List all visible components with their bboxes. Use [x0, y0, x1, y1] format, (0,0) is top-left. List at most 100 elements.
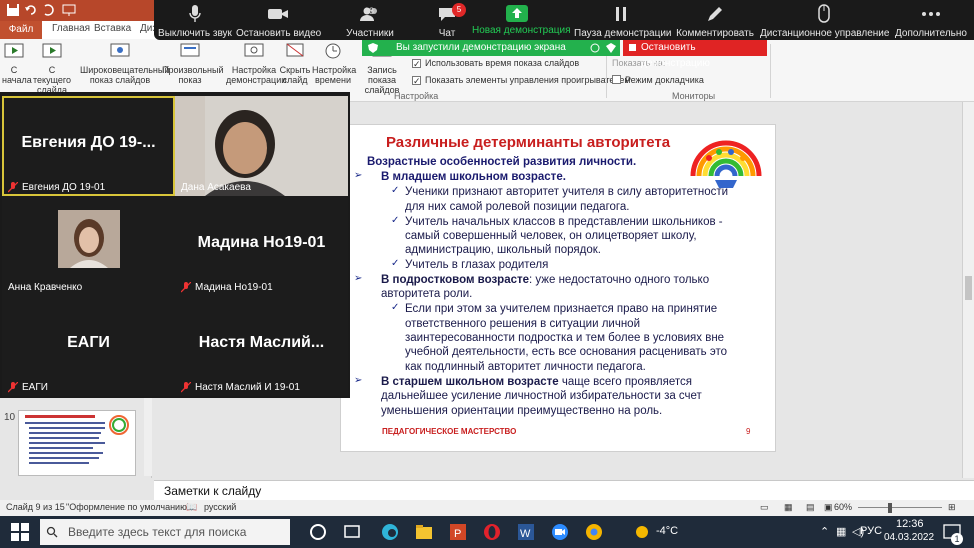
tray-chevron-icon[interactable]: ⌃	[820, 525, 829, 538]
redo-icon[interactable]	[42, 3, 56, 17]
powerpoint-icon[interactable]: P	[448, 522, 468, 542]
participant-tile[interactable]: Анна Кравченко	[2, 196, 175, 296]
participants-label: Участники	[346, 28, 394, 39]
language-indicator[interactable]: русский	[204, 502, 236, 512]
editor-scrollbar[interactable]	[962, 102, 974, 478]
participant-display-name: Мадина Но19-01	[197, 234, 326, 251]
microphone-icon	[154, 3, 236, 25]
mute-label: Выключить звук	[158, 28, 232, 39]
zoom-slider-thumb[interactable]	[888, 503, 892, 513]
rehearse-timings-button[interactable]: Настройка времени	[312, 41, 356, 85]
cortana-icon[interactable]	[308, 522, 328, 542]
tab-file[interactable]: Файл	[0, 21, 42, 39]
present-icon[interactable]	[62, 3, 76, 17]
info-icon[interactable]	[590, 43, 600, 53]
use-timings-box[interactable]	[412, 59, 421, 68]
from-beginning-button[interactable]: С начала	[2, 41, 32, 85]
presenter-view-box[interactable]	[612, 75, 621, 84]
zoom-app-icon[interactable]	[550, 522, 570, 542]
keyboard-layout[interactable]: РУС	[860, 525, 882, 537]
new-share-label: Новая демонстрация	[472, 25, 571, 36]
sorter-view-icon[interactable]: ▦	[784, 502, 793, 513]
stop-video-button[interactable]: Остановить видео	[236, 3, 321, 39]
participant-tile[interactable]: Настя Маслий... Настя Маслий И 19-01	[175, 296, 348, 396]
normal-view-icon[interactable]: ▭	[760, 502, 769, 513]
custom-show-button[interactable]: Произвольный показ	[162, 41, 224, 85]
slideshow-view-icon[interactable]: ▣	[824, 502, 833, 513]
theme-name: "Оформление по умолчанию"	[66, 502, 191, 512]
file-explorer-icon[interactable]	[414, 522, 434, 542]
broadcast-label: Широковещательный показ слайдов	[80, 65, 170, 85]
network-icon[interactable]: ▦	[836, 525, 846, 538]
setup-show-button[interactable]: Настройка демонстрации	[226, 41, 286, 85]
participants-button[interactable]: 18 Участники	[338, 3, 402, 39]
pause-share-label: Пауза демонстрации	[574, 28, 672, 39]
slide-line-3: для них самой ролевой позиции педагога.	[405, 201, 630, 213]
participant-tile[interactable]: ЕАГИ ЕАГИ	[2, 296, 175, 396]
weather-temp[interactable]: -4°C	[656, 525, 678, 537]
reading-view-icon[interactable]: ▤	[806, 502, 815, 513]
hide-slide-button[interactable]: Скрыть слайд	[278, 41, 312, 85]
tab-insert[interactable]: Вставка	[94, 23, 131, 34]
fit-slide-icon[interactable]: ⊞	[948, 502, 956, 513]
stop-share-button[interactable]: Остановить демонстрацию	[623, 40, 767, 69]
word-icon[interactable]: W	[516, 522, 536, 542]
more-button[interactable]: Дополнительно	[892, 3, 970, 39]
windows-start-icon[interactable]	[10, 522, 30, 542]
clock-date[interactable]: 04.03.2022	[884, 532, 934, 543]
slide-line-10: Если при этом за учителем признается пра…	[405, 303, 718, 315]
task-view-icon[interactable]	[342, 522, 362, 542]
slide-footer: ПЕДАГОГИЧЕСКОЕ МАСТЕРСТВО	[382, 427, 517, 436]
check-bullet-icon: ✓	[391, 302, 400, 313]
scrollbar-thumb[interactable]	[965, 276, 972, 300]
muted-mic-icon	[8, 182, 18, 193]
slide-line-6: администрацию, школьный порядок.	[405, 244, 601, 256]
slide-thumbnail-10[interactable]	[18, 410, 136, 476]
save-icon[interactable]	[6, 3, 20, 17]
presenter-view-checkbox[interactable]: Режим докладчика	[612, 75, 704, 85]
zoom-toolbar: Выключить звук Остановить видео 18 Участ…	[154, 0, 974, 40]
slide-line-9: авторитета роли.	[381, 288, 473, 300]
participant-display-name: Евгения ДО 19-...	[21, 134, 156, 151]
opera-icon[interactable]	[482, 522, 502, 542]
participant-tile[interactable]: Дана Асакаева	[175, 96, 348, 196]
participant-tile[interactable]: Евгения ДО 19-... Евгения ДО 19-01	[2, 96, 175, 196]
participant-tile[interactable]: Мадина Но19-01 Мадина Но19-01	[175, 196, 348, 296]
thumbnail-number: 10	[4, 412, 16, 423]
remote-control-button[interactable]: Дистанционное управление	[760, 3, 889, 39]
zoom-level[interactable]: 60%	[834, 502, 852, 512]
zoom-slider[interactable]	[858, 507, 942, 508]
slide-line-13: учебной деятельности, есть все основания…	[405, 346, 728, 358]
slide-line-2: Ученики признают авторитет учителя в сил…	[405, 186, 729, 198]
pause-share-button[interactable]: Пауза демонстрации	[574, 3, 672, 39]
taskbar-search-box[interactable]: Введите здесь текст для поиска	[40, 519, 290, 545]
edge-browser-icon[interactable]	[380, 522, 400, 542]
slide-line-12: заинтересованности подростка и тем более…	[405, 332, 725, 344]
lock-icon[interactable]	[606, 43, 616, 53]
current-slide[interactable]: Различные детерминанты авторитета Возрас…	[340, 124, 776, 452]
annotate-button[interactable]: Комментировать	[674, 3, 756, 39]
group-label-monitors: Мониторы	[672, 91, 716, 101]
show-media-controls-checkbox[interactable]: Показать элементы управления проигрывате…	[412, 75, 631, 85]
from-current-button[interactable]: С текущего слайда	[30, 41, 74, 95]
tab-home[interactable]: Главная	[52, 23, 90, 34]
mute-button[interactable]: Выключить звук	[154, 3, 236, 39]
use-timings-label: Использовать время показа слайдов	[425, 58, 580, 68]
arrow-bullet-icon: ➢	[354, 273, 363, 284]
new-share-button[interactable]: Новая демонстрация	[472, 3, 571, 36]
broadcast-button[interactable]: Широковещательный показ слайдов	[80, 41, 169, 85]
slide-notes-field[interactable]: Заметки к слайду	[154, 480, 974, 500]
svg-text:P: P	[454, 528, 461, 540]
participant-name-label: Евгения ДО 19-01	[8, 182, 105, 193]
undo-icon[interactable]	[24, 3, 38, 17]
chrome-icon[interactable]	[584, 522, 604, 542]
show-media-controls-box[interactable]	[412, 76, 421, 85]
slide-page-number: 9	[746, 427, 751, 436]
participant-name: Анна Кравченко	[8, 282, 83, 293]
slide-line-15-bold: В старшем школьном возрасте	[381, 376, 559, 388]
from-current-label: С текущего слайда	[33, 65, 71, 95]
use-timings-checkbox[interactable]: Использовать время показа слайдов	[412, 58, 579, 68]
spellcheck-icon[interactable]: 📖	[186, 502, 197, 513]
clock-time[interactable]: 12:36	[896, 518, 924, 530]
chat-button[interactable]: 5 Чат	[432, 3, 466, 39]
